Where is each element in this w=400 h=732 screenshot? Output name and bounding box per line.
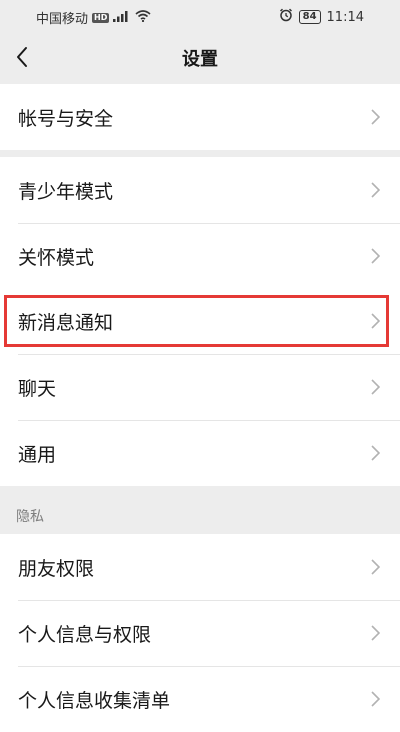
settings-group-account: 帐号与安全 bbox=[0, 84, 400, 150]
item-label: 新消息通知 bbox=[18, 311, 114, 334]
settings-item-personal-info-collection-list[interactable]: 个人信息收集清单 bbox=[0, 666, 400, 732]
settings-item-personal-info-permissions[interactable]: 个人信息与权限 bbox=[0, 600, 400, 666]
item-label: 个人信息收集清单 bbox=[18, 689, 171, 712]
chevron-right-icon bbox=[371, 445, 380, 461]
navigation-bar: 设置 bbox=[0, 32, 400, 82]
wifi-icon bbox=[135, 9, 151, 26]
chevron-right-icon bbox=[371, 248, 380, 264]
settings-item-teen-mode[interactable]: 青少年模式 bbox=[0, 157, 400, 223]
settings-item-friend-permissions[interactable]: 朋友权限 bbox=[0, 534, 400, 600]
chevron-right-icon bbox=[371, 109, 380, 125]
chevron-right-icon bbox=[371, 313, 380, 329]
item-label: 个人信息与权限 bbox=[18, 623, 152, 646]
item-label: 通用 bbox=[18, 443, 57, 466]
chevron-right-icon bbox=[371, 182, 380, 198]
chevron-right-icon bbox=[371, 559, 380, 575]
hd-badge: HD bbox=[92, 12, 110, 23]
settings-group-modes: 青少年模式 关怀模式 bbox=[0, 157, 400, 289]
signal-icon bbox=[113, 10, 131, 26]
item-label: 关怀模式 bbox=[18, 246, 95, 269]
page-title: 设置 bbox=[182, 49, 218, 70]
status-left: 中国移动 HD bbox=[36, 8, 151, 27]
settings-item-general[interactable]: 通用 bbox=[0, 420, 400, 486]
settings-item-chat[interactable]: 聊天 bbox=[0, 354, 400, 420]
battery-indicator: 84 bbox=[298, 10, 321, 24]
clock: 11:14 bbox=[326, 9, 364, 25]
item-label: 朋友权限 bbox=[18, 557, 95, 580]
settings-item-account-security[interactable]: 帐号与安全 bbox=[0, 84, 400, 150]
status-right: 84 11:14 bbox=[279, 8, 364, 26]
status-bar: 中国移动 HD 84 11:14 bbox=[0, 0, 400, 32]
alarm-icon bbox=[279, 8, 293, 26]
item-label: 聊天 bbox=[18, 377, 57, 400]
chevron-right-icon bbox=[371, 379, 380, 395]
chevron-right-icon bbox=[371, 691, 380, 707]
item-label: 帐号与安全 bbox=[18, 107, 114, 130]
section-header-privacy: 隐私 bbox=[16, 509, 44, 525]
chevron-right-icon bbox=[371, 625, 380, 641]
settings-item-care-mode[interactable]: 关怀模式 bbox=[0, 223, 400, 289]
carrier-label: 中国移动 bbox=[36, 12, 89, 27]
item-label: 青少年模式 bbox=[18, 180, 114, 203]
settings-group-general: 新消息通知 聊天 通用 bbox=[0, 288, 400, 486]
settings-item-new-message-notification[interactable]: 新消息通知 bbox=[0, 288, 400, 354]
settings-group-privacy: 朋友权限 个人信息与权限 个人信息收集清单 bbox=[0, 534, 400, 732]
